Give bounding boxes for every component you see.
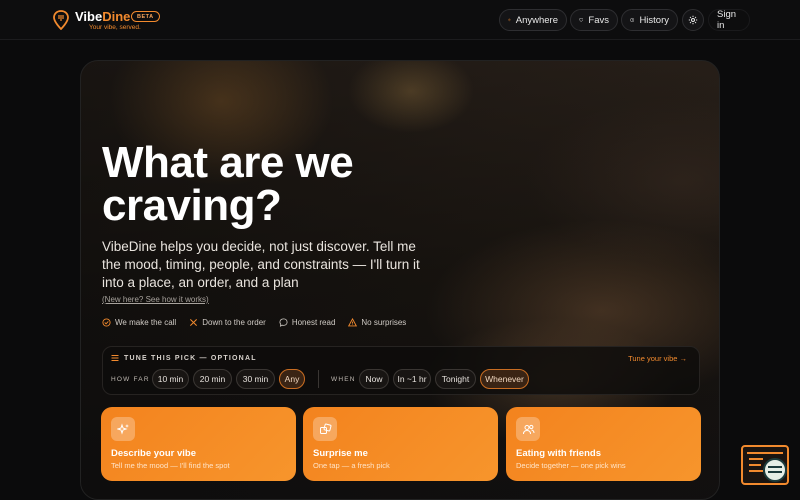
history-button[interactable]: History: [621, 9, 678, 31]
card-title: Eating with friends: [516, 448, 601, 459]
card-title: Describe your vibe: [111, 448, 197, 459]
map-pin-icon: [508, 18, 511, 22]
check-circle-icon: [102, 318, 111, 327]
divider: [318, 370, 319, 388]
surprise-me-card[interactable]: Surprise me One tap — a fresh pick: [303, 407, 498, 481]
how-far-option[interactable]: 10 min: [152, 369, 189, 389]
favs-button[interactable]: Favs: [570, 9, 618, 31]
feature-item: Down to the order: [189, 318, 266, 327]
when-label: WHEN: [331, 376, 356, 383]
card-icon-box: [313, 417, 337, 441]
when-option[interactable]: Tonight: [435, 369, 476, 389]
card-subtitle: Decide together — one pick wins: [516, 461, 626, 470]
tune-panel: TUNE THIS PICK — OPTIONAL Tune your vibe…: [102, 346, 700, 395]
feature-item: We make the call: [102, 318, 176, 327]
location-label: Anywhere: [515, 14, 558, 26]
brand-name[interactable]: VibeDine: [75, 9, 130, 24]
feature-list: We make the call Down to the order Hones…: [102, 318, 406, 327]
card-icon-box: [111, 417, 135, 441]
chat-bubble-icon: [279, 318, 288, 327]
shuffle-icon: [319, 423, 331, 434]
how-far-option-selected[interactable]: Any: [279, 369, 305, 389]
card-subtitle: Tell me the mood — I'll find the spot: [111, 461, 230, 470]
feature-item: Honest read: [279, 318, 335, 327]
beta-badge: BETA: [131, 11, 160, 22]
card-subtitle: One tap — a fresh pick: [313, 461, 390, 470]
settings-button[interactable]: [682, 9, 704, 31]
hero-description: VibeDine helps you decide, not just disc…: [102, 239, 420, 290]
brand-tagline: Your vibe, served.: [89, 24, 141, 31]
when-option[interactable]: In ~1 hr: [393, 369, 431, 389]
warning-icon: [348, 318, 358, 327]
heart-icon: [579, 18, 584, 22]
top-bar: VibeDine BETA Your vibe, served. Anywher…: [0, 0, 800, 40]
users-icon: [522, 424, 534, 434]
sign-in-button[interactable]: Sign in: [708, 9, 750, 31]
history-label: History: [639, 14, 669, 26]
how-it-works-link[interactable]: (New here? See how it works): [102, 295, 209, 304]
tune-title: TUNE THIS PICK — OPTIONAL: [111, 354, 257, 362]
when-option-selected[interactable]: Whenever: [480, 369, 529, 389]
feedback-widget-icon[interactable]: [741, 445, 791, 487]
feature-item: No surprises: [348, 318, 406, 327]
how-far-option[interactable]: 20 min: [193, 369, 232, 389]
map-pin-logo-icon[interactable]: [52, 10, 70, 30]
favs-label: Favs: [588, 14, 609, 26]
how-far-option[interactable]: 30 min: [236, 369, 275, 389]
tune-vibe-link[interactable]: Tune your vibe →: [628, 354, 687, 363]
sparkles-icon: [116, 422, 129, 435]
hero-card: What are we craving? VibeDine helps you …: [80, 60, 720, 500]
gear-icon: [688, 15, 698, 25]
sliders-icon: [111, 355, 119, 361]
location-button[interactable]: Anywhere: [499, 9, 567, 31]
utensils-icon: [190, 318, 198, 327]
card-title: Surprise me: [313, 448, 368, 459]
hero-title: What are we craving?: [102, 138, 354, 230]
history-icon: [630, 18, 635, 22]
eating-with-friends-card[interactable]: Eating with friends Decide together — on…: [506, 407, 701, 481]
when-option[interactable]: Now: [359, 369, 389, 389]
describe-vibe-card[interactable]: Describe your vibe Tell me the mood — I'…: [101, 407, 296, 481]
how-far-label: HOW FAR: [111, 376, 150, 383]
card-icon-box: [516, 417, 540, 441]
